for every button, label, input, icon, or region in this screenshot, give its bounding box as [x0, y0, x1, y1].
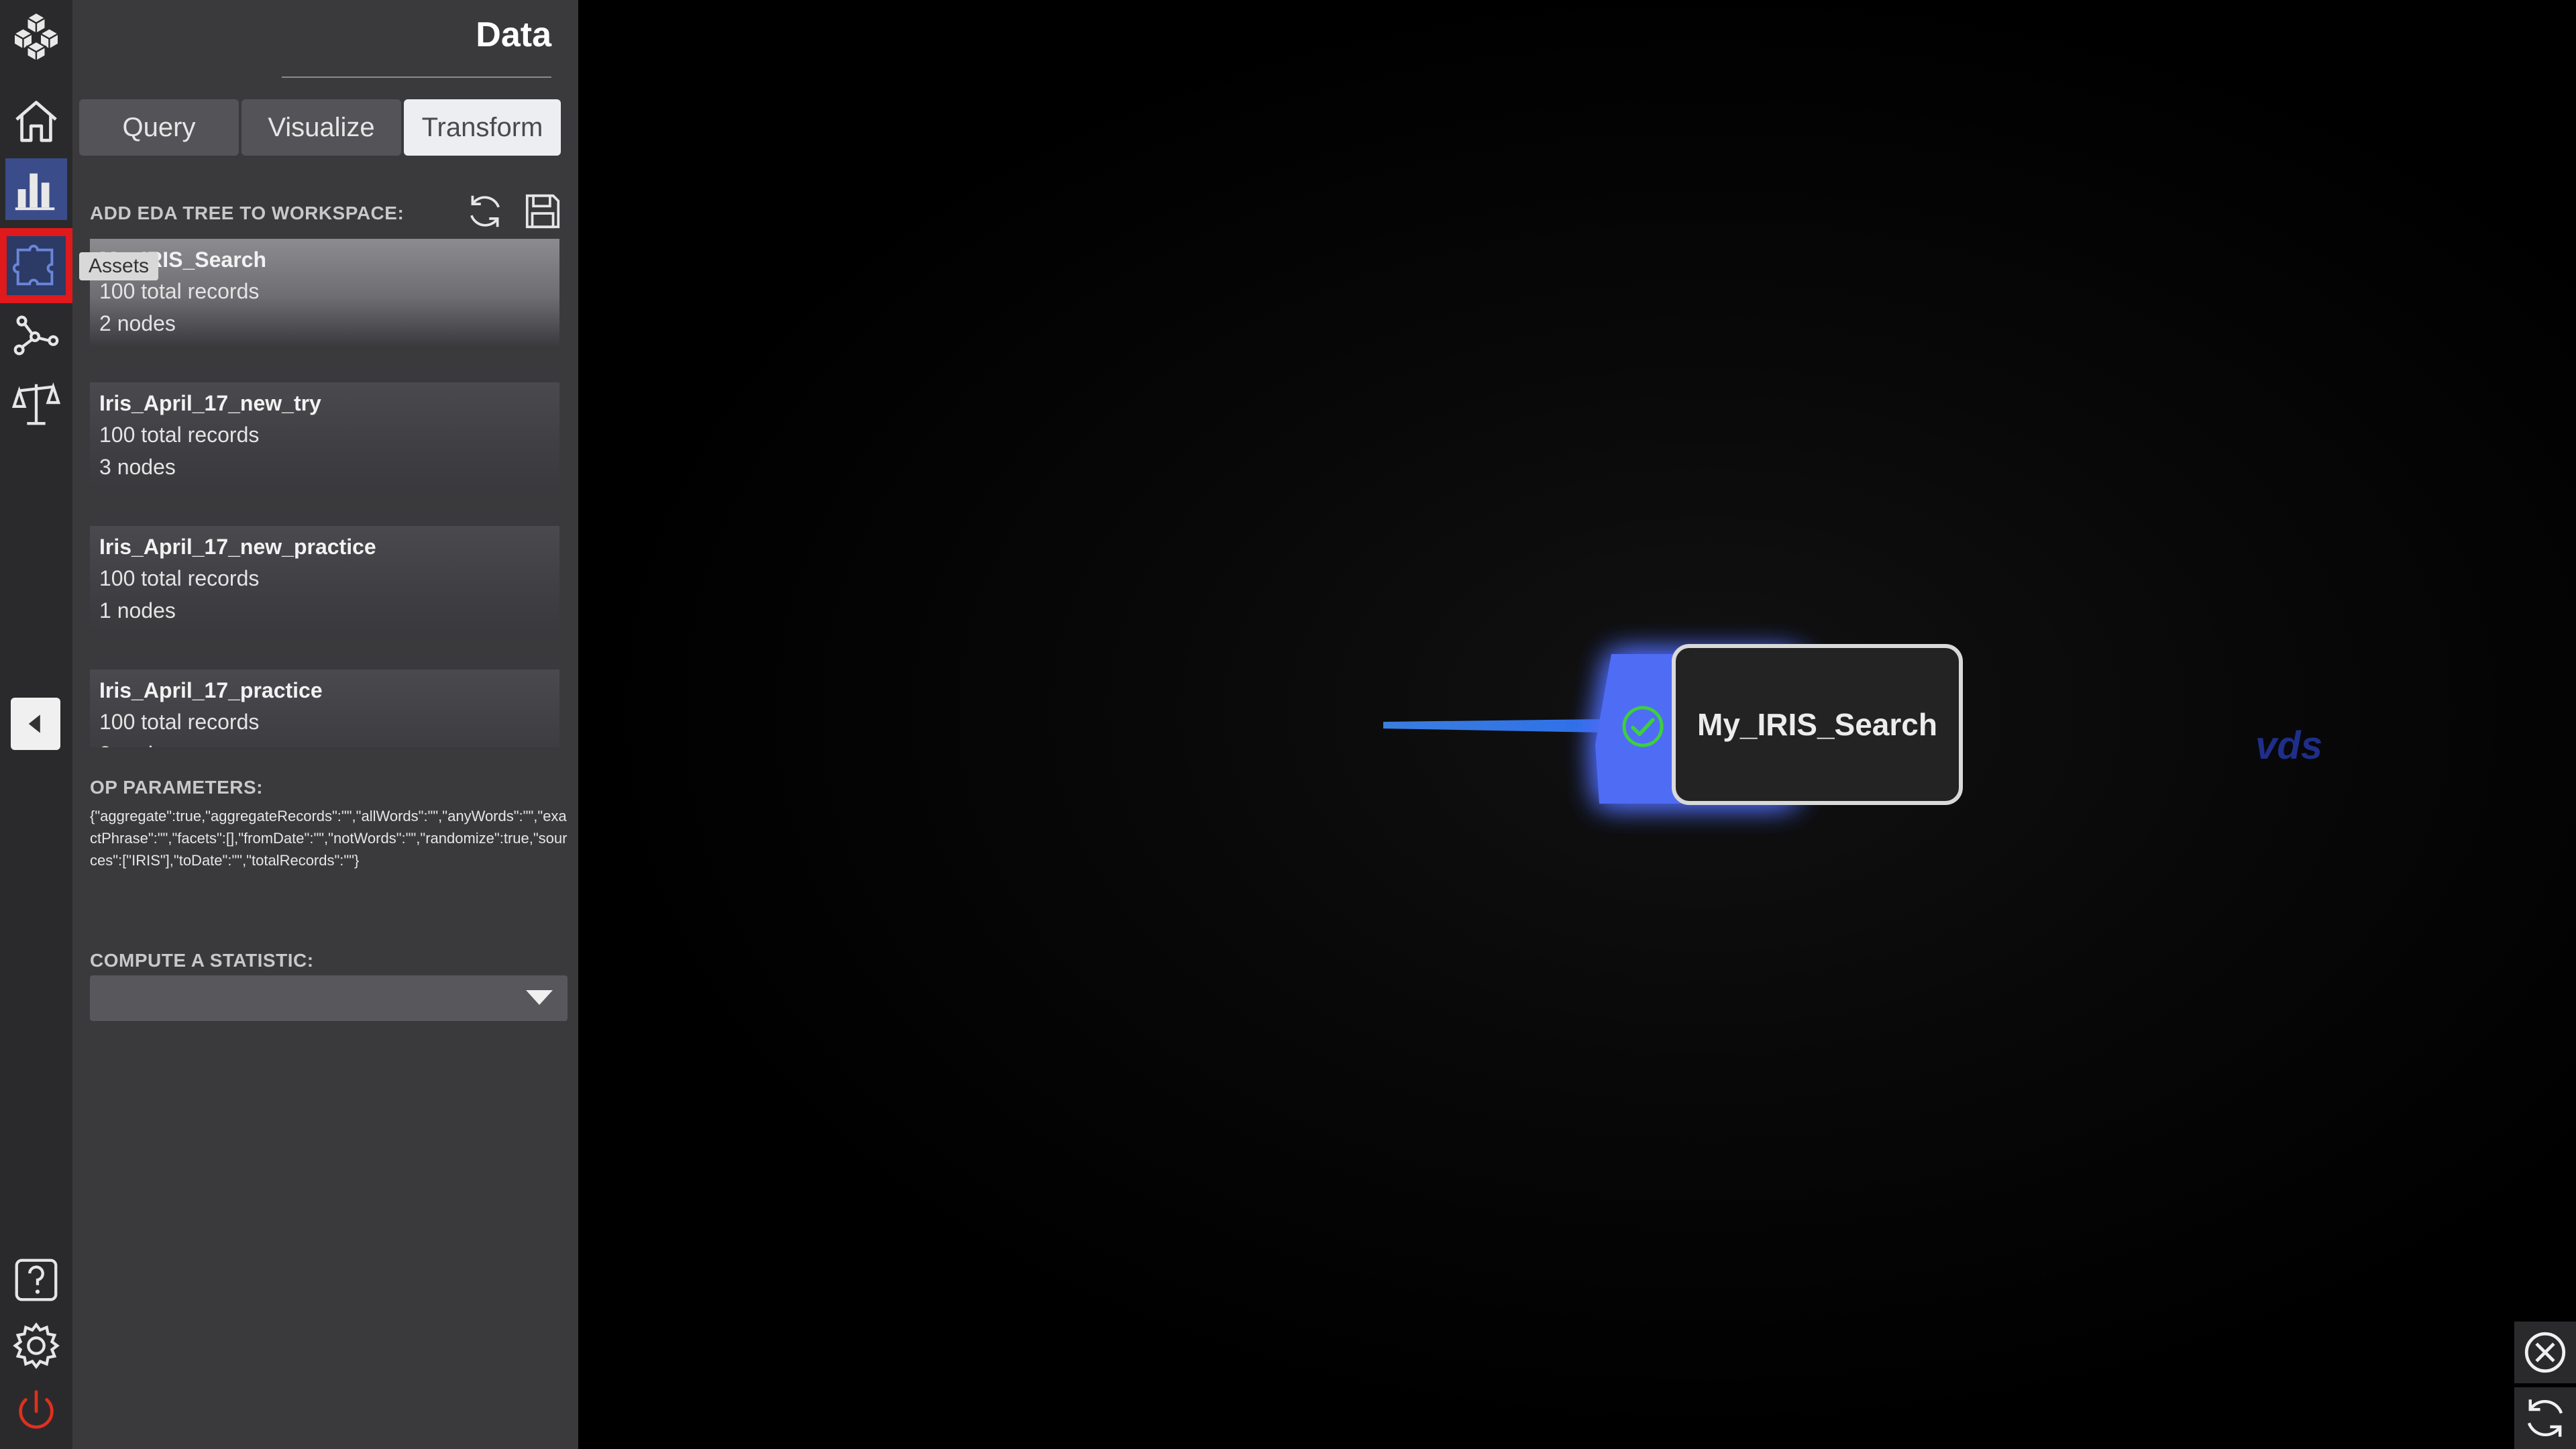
tree-name: Iris_April_17_new_try — [99, 391, 321, 415]
add-tree-label: ADD EDA TREE TO WORKSPACE: — [90, 203, 405, 223]
analytics-icon[interactable] — [5, 158, 67, 220]
collapse-panel-button[interactable] — [11, 698, 60, 750]
tab-visualize[interactable]: Visualize — [241, 99, 401, 156]
chevron-left-icon — [28, 714, 40, 733]
help-icon[interactable] — [5, 1249, 67, 1311]
tree-nodes: 3 nodes — [99, 738, 550, 747]
compute-statistic-select[interactable] — [90, 975, 568, 1021]
list-item[interactable]: Iris_April_17_new_try 100 total records … — [90, 382, 559, 488]
data-panel: Data Query Visualize Transform ADD EDA T… — [72, 0, 645, 1449]
power-icon[interactable] — [5, 1381, 67, 1442]
node-vds-label: vds — [2255, 724, 2322, 767]
workspace-canvas[interactable]: My_IRIS_Search vds — [578, 0, 2576, 1449]
tree-records: 100 total records — [99, 710, 260, 734]
eda-tree-list: My_IRIS_Search 100 total records 2 nodes… — [90, 239, 559, 747]
refresh-icon[interactable] — [463, 189, 507, 233]
tree-nodes: 2 nodes — [99, 311, 176, 335]
save-icon[interactable] — [521, 189, 565, 233]
edge-connector — [1383, 719, 1605, 733]
node-my-iris-search[interactable]: My_IRIS_Search — [1672, 644, 1963, 805]
balance-icon[interactable] — [5, 373, 67, 435]
list-item[interactable]: Iris_April_17_new_practice 100 total rec… — [90, 526, 559, 632]
tree-records: 100 total records — [99, 279, 260, 303]
home-icon[interactable] — [5, 90, 67, 152]
assets-icon[interactable] — [0, 228, 74, 303]
panel-title: Data — [476, 15, 551, 54]
settings-icon[interactable] — [5, 1315, 67, 1377]
tree-records: 100 total records — [99, 423, 260, 447]
tree-name: My_IRIS_Search — [99, 248, 267, 272]
assets-tooltip: Assets — [79, 252, 159, 280]
tree-nodes: 3 nodes — [99, 455, 176, 479]
title-divider — [282, 76, 551, 78]
icon-rail: Assets — [0, 0, 159, 1449]
chevron-down-icon — [526, 990, 553, 1005]
op-params-label: OP PARAMETERS: — [90, 777, 263, 798]
compute-statistic-label: COMPUTE A STATISTIC: — [90, 950, 314, 971]
tab-query[interactable]: Query — [79, 99, 239, 156]
tab-transform[interactable]: Transform — [404, 99, 561, 156]
list-item[interactable]: My_IRIS_Search 100 total records 2 nodes — [90, 239, 559, 345]
app-logo-icon[interactable] — [5, 5, 67, 67]
graph-icon[interactable] — [5, 305, 67, 366]
tree-name: Iris_April_17_new_practice — [99, 535, 376, 559]
refresh-icon[interactable] — [2514, 1387, 2576, 1449]
list-item[interactable]: Iris_April_17_practice 100 total records… — [90, 669, 559, 747]
tree-name: Iris_April_17_practice — [99, 678, 323, 702]
op-params-value: {"aggregate":true,"aggregateRecords":"",… — [90, 808, 568, 869]
tree-records: 100 total records — [99, 566, 260, 590]
check-circle-icon — [1621, 704, 1665, 749]
tree-nodes: 1 nodes — [99, 598, 176, 623]
close-icon[interactable] — [2514, 1322, 2576, 1383]
